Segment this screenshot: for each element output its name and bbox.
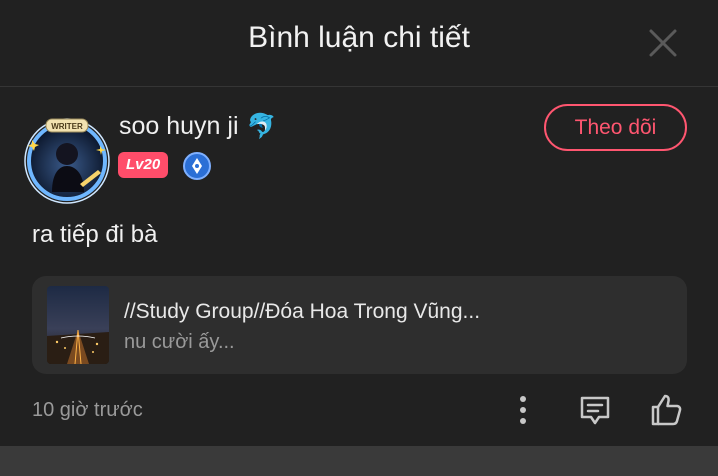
close-icon	[649, 29, 677, 57]
story-excerpt: nu cười ấy...	[124, 331, 235, 353]
comment-icon	[580, 396, 610, 425]
story-thumbnail	[47, 286, 109, 364]
close-button[interactable]	[645, 25, 681, 61]
bottom-divider	[0, 446, 718, 476]
username[interactable]: soo huyn ji 🐬	[119, 112, 276, 141]
comment-detail-sheet: Bình luận chi tiết WRITER soo huyn ji 🐬 …	[0, 0, 718, 446]
writer-badge	[183, 152, 211, 180]
page-title: Bình luận chi tiết	[248, 21, 470, 54]
timestamp: 10 giờ trước	[32, 399, 143, 421]
avatar-frame-text: WRITER	[51, 122, 83, 131]
like-button[interactable]	[646, 390, 686, 430]
dolphin-emoji: 🐬	[246, 113, 277, 140]
level-badge: Lv20	[118, 152, 169, 178]
reply-button[interactable]	[576, 390, 614, 430]
sheet-header: Bình luận chi tiết	[0, 0, 718, 87]
username-text: soo huyn ji	[119, 112, 239, 140]
comment-text: ra tiếp đi bà	[32, 221, 158, 248]
thumbs-up-icon	[651, 394, 682, 426]
more-options-button[interactable]	[506, 390, 540, 430]
story-title: //Study Group//Đóa Hoa Trong Vũng...	[124, 300, 481, 323]
comment-item: WRITER soo huyn ji 🐬 Lv20 Theo dõi ra ti…	[0, 88, 718, 446]
pen-nib-icon	[192, 158, 202, 174]
follow-button[interactable]: Theo dõi	[544, 104, 687, 151]
more-vertical-icon	[520, 396, 526, 424]
avatar[interactable]: WRITER	[22, 114, 112, 204]
linked-story-card[interactable]: //Study Group//Đóa Hoa Trong Vũng... nu …	[32, 276, 687, 374]
